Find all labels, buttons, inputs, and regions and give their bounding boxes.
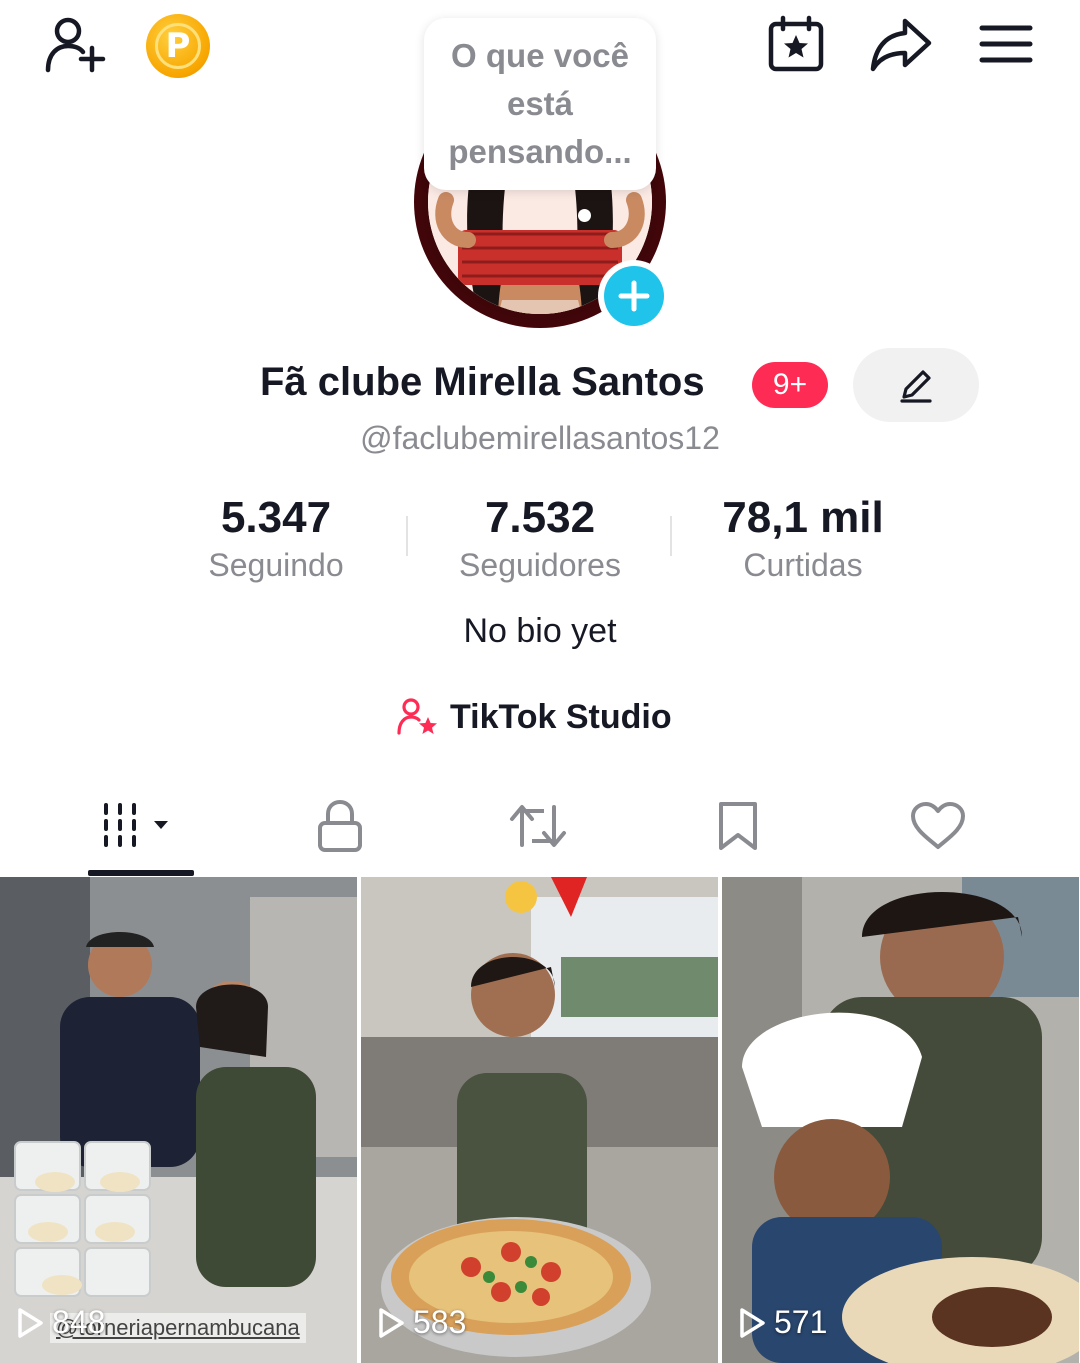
person-star-icon xyxy=(397,698,437,735)
share-arrow-icon xyxy=(870,18,932,72)
notification-badge[interactable]: 9+ xyxy=(752,362,828,408)
grid-bars-icon xyxy=(104,803,168,847)
add-friend-button[interactable] xyxy=(40,12,108,76)
bio-text[interactable]: No bio yet xyxy=(0,612,1080,651)
tab-favorites[interactable] xyxy=(630,786,846,866)
hamburger-menu-icon xyxy=(979,25,1033,63)
stat-following[interactable]: 5.347 Seguindo xyxy=(146,492,406,586)
person-plus-icon xyxy=(45,17,106,73)
pencil-icon xyxy=(900,370,932,403)
thought-bubble-dot xyxy=(578,209,591,222)
dropdown-caret-icon xyxy=(154,821,168,829)
stat-label: Curtidas xyxy=(743,547,863,583)
add-story-button[interactable] xyxy=(598,260,670,332)
tab-private[interactable] xyxy=(232,786,448,866)
tiktok-studio-label: TikTok Studio xyxy=(450,697,672,736)
view-count: 848 xyxy=(16,1304,105,1341)
lock-icon xyxy=(318,799,362,852)
username: @faclubemirellasantos12 xyxy=(360,420,720,456)
calendar-star-icon xyxy=(768,15,824,72)
bookmark-icon xyxy=(719,802,757,850)
tiktok-studio-button[interactable]: TikTok Studio xyxy=(396,694,672,740)
video-thumbnail-image xyxy=(361,877,718,1363)
share-button[interactable] xyxy=(868,14,934,74)
stat-label: Seguidores xyxy=(459,547,621,583)
play-icon xyxy=(740,1307,765,1338)
view-count: 571 xyxy=(738,1304,827,1341)
tab-videos[interactable] xyxy=(32,786,248,866)
thought-bubble-text: O que você está pensando... xyxy=(448,37,632,170)
repost-icon xyxy=(510,805,566,847)
stat-value: 5.347 xyxy=(220,493,332,542)
stat-label: Seguindo xyxy=(208,547,344,583)
thought-bubble[interactable]: O que você está pensando... xyxy=(424,18,656,190)
coin-icon: P xyxy=(155,23,201,69)
active-tab-indicator xyxy=(88,870,194,876)
play-icon xyxy=(379,1307,404,1338)
view-count-value: 848 xyxy=(52,1304,106,1340)
video-thumbnail-image xyxy=(0,877,357,1363)
tab-reposts[interactable] xyxy=(430,786,646,866)
coins-button[interactable]: P xyxy=(146,14,210,78)
stat-followers[interactable]: 7.532 Seguidores xyxy=(410,492,670,586)
heart-icon xyxy=(911,802,965,849)
video-thumbnail-image xyxy=(722,877,1079,1363)
name-row: Fã clube Mirella Santos 9+ xyxy=(0,348,1080,422)
stat-divider xyxy=(670,516,672,556)
view-count-value: 583 xyxy=(413,1304,467,1340)
menu-button[interactable] xyxy=(976,20,1036,68)
view-count-value: 571 xyxy=(774,1304,828,1340)
stat-likes[interactable]: 78,1 mil Curtidas xyxy=(673,492,933,586)
play-icon xyxy=(18,1307,43,1338)
stat-value: 78,1 mil xyxy=(722,493,884,542)
display-name: Fã clube Mirella Santos xyxy=(260,360,705,404)
edit-profile-button[interactable] xyxy=(853,348,979,422)
plus-icon xyxy=(604,266,664,326)
calendar-button[interactable] xyxy=(766,14,826,74)
stat-divider xyxy=(406,516,408,556)
video-thumbnail[interactable]: @torneriapernambucana 848 xyxy=(0,877,357,1363)
video-thumbnail[interactable]: 571 xyxy=(722,877,1079,1363)
stat-value: 7.532 xyxy=(484,493,596,542)
tab-liked[interactable] xyxy=(830,786,1046,866)
video-thumbnail[interactable]: 583 xyxy=(361,877,718,1363)
view-count: 583 xyxy=(377,1304,466,1341)
